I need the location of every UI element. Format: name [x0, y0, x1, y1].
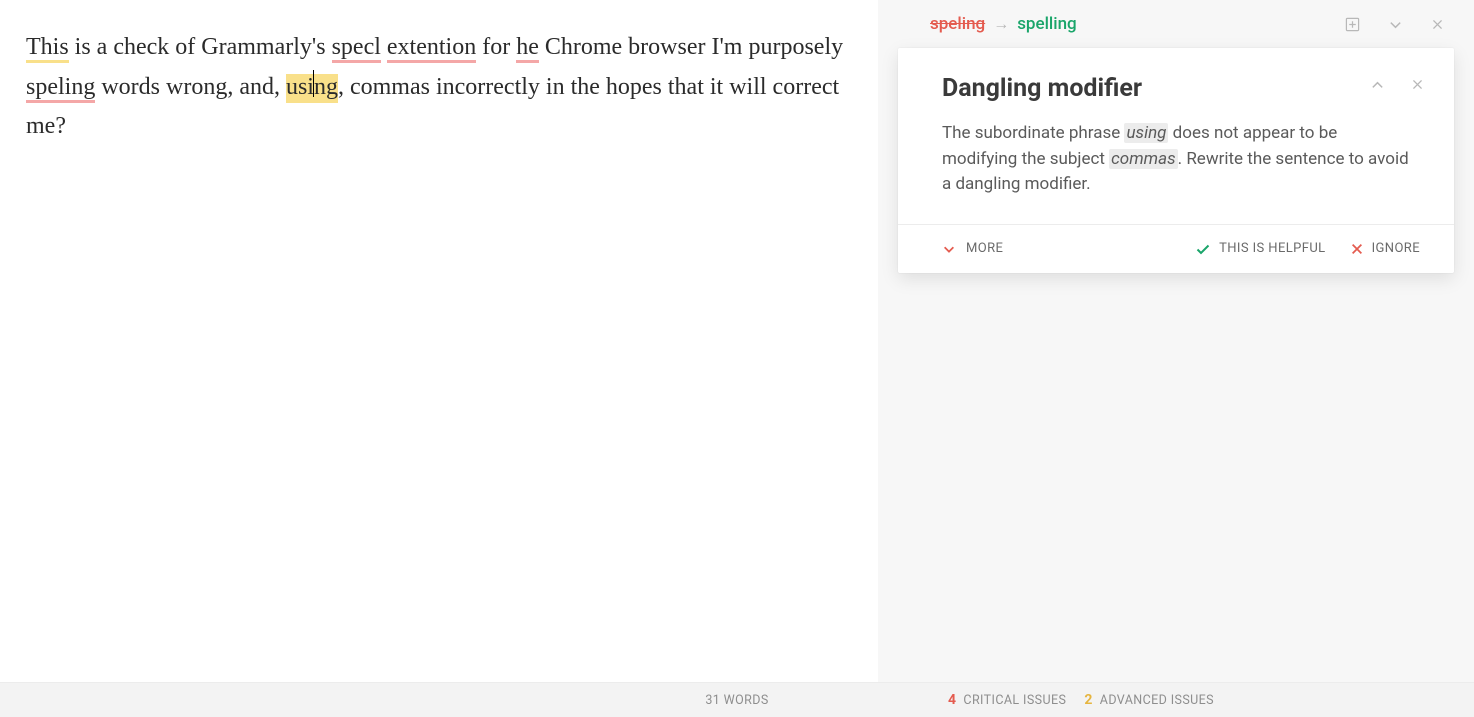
card-description: The subordinate phrase using does not ap…	[898, 103, 1454, 224]
close-icon[interactable]	[1411, 78, 1424, 93]
collapsed-suggestion[interactable]: speling → spelling	[898, 0, 1454, 48]
check-icon	[1195, 241, 1211, 257]
more-label: MORE	[966, 241, 1003, 256]
editor-text: Chrome browser I'm purposely	[539, 34, 843, 60]
more-button[interactable]: MORE	[942, 241, 1003, 256]
dismiss-icon[interactable]	[1431, 18, 1444, 31]
ignore-label: IGNORE	[1372, 241, 1420, 256]
add-to-dictionary-icon[interactable]	[1345, 17, 1360, 32]
suggestion-card: Dangling modifier The subordinate phrase…	[898, 48, 1454, 273]
flag-word-speling[interactable]: speling	[26, 74, 95, 103]
editor-text: is a check of Grammarly's	[69, 34, 332, 60]
flag-word-extention[interactable]: extention	[387, 34, 476, 63]
original-word: speling	[930, 14, 985, 34]
highlight-keyword: commas	[1109, 149, 1177, 169]
advanced-label: ADVANCED ISSUES	[1100, 693, 1214, 708]
editor-text: words wrong, and,	[95, 74, 286, 100]
flag-word-this[interactable]: This	[26, 34, 69, 63]
x-icon	[1350, 242, 1364, 256]
expand-icon[interactable]	[1388, 17, 1403, 32]
status-bar: 31 WORDS 4 CRITICAL ISSUES 2 ADVANCED IS…	[0, 682, 1474, 717]
editor-text: ng	[314, 74, 338, 100]
editor-text: usi	[286, 74, 314, 100]
editor-area[interactable]: This is a check of Grammarly's specl ext…	[0, 0, 878, 682]
advanced-issues-button[interactable]: 2 ADVANCED ISSUES	[1084, 692, 1214, 708]
critical-issues-button[interactable]: 4 CRITICAL ISSUES	[948, 692, 1066, 708]
word-count[interactable]: 31 WORDS	[705, 693, 768, 708]
corrected-word: spelling	[1017, 14, 1077, 34]
card-title: Dangling modifier	[942, 74, 1370, 103]
flag-word-using[interactable]: using	[286, 74, 338, 103]
flag-word-he[interactable]: he	[516, 34, 539, 63]
editor-text: for	[476, 34, 516, 60]
chevron-down-icon	[942, 242, 956, 256]
helpful-label: THIS IS HELPFUL	[1219, 241, 1325, 256]
helpful-button[interactable]: THIS IS HELPFUL	[1195, 241, 1325, 257]
ignore-button[interactable]: IGNORE	[1350, 241, 1420, 257]
critical-count: 4	[948, 692, 956, 708]
advanced-count: 2	[1084, 692, 1092, 708]
suggestions-panel: speling → spelling Dangling modifier	[878, 0, 1474, 682]
critical-label: CRITICAL ISSUES	[963, 693, 1066, 708]
card-text: The subordinate phrase	[942, 123, 1124, 143]
arrow-right-icon: →	[993, 14, 1009, 34]
flag-word-specl[interactable]: specl	[332, 34, 381, 63]
collapse-icon[interactable]	[1370, 78, 1385, 93]
editor-text	[381, 34, 387, 60]
highlight-keyword: using	[1124, 123, 1168, 143]
